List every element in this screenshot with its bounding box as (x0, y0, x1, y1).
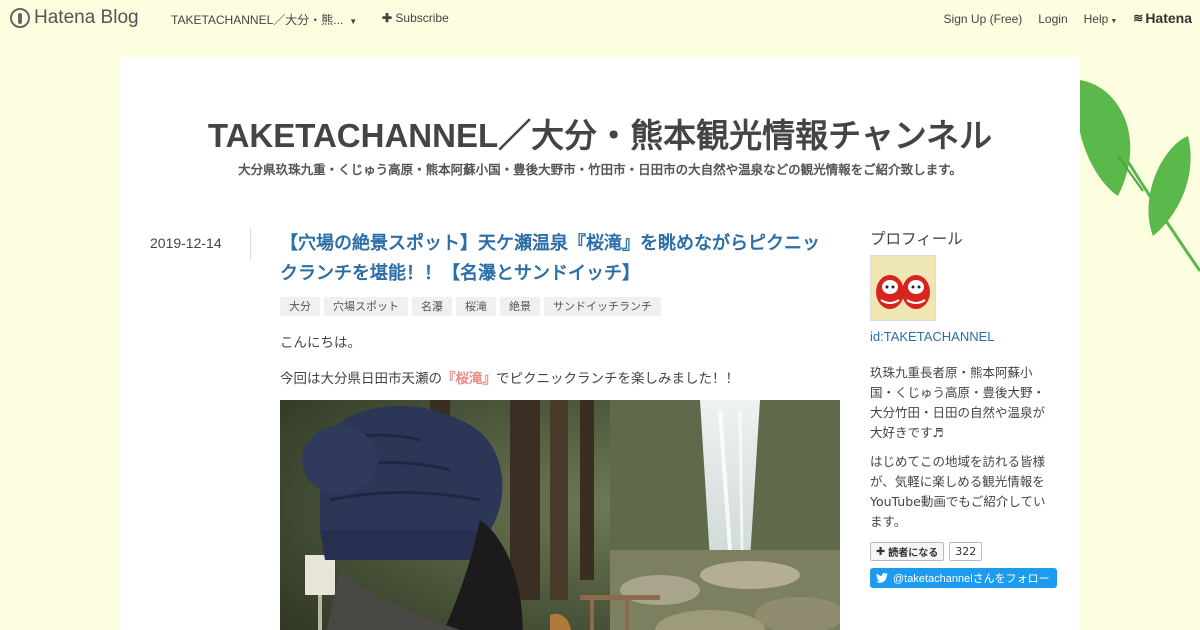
login-link[interactable]: Login (1038, 12, 1067, 26)
profile-heading: プロフィール (870, 230, 963, 248)
profile-id-link[interactable]: id:TAKETACHANNEL (870, 329, 995, 344)
entry-date[interactable]: 2019-12-14 (150, 235, 222, 251)
blog-main-card: TAKETACHANNEL／大分・熊本観光情報チャンネル 大分県玖珠九重・くじゅ… (120, 57, 1080, 630)
reader-button[interactable]: ✚ 読者になる (870, 542, 945, 561)
hatena-blog-logo-icon (10, 8, 30, 28)
highlight-text: 『桜滝』 (442, 371, 496, 387)
plus-icon: ✚ (382, 11, 393, 25)
entry-tags: 大分 穴場スポット 名瀑 桜滝 絶景 サンドイッチランチ (280, 297, 661, 316)
help-menu[interactable]: Help ▼ (1084, 12, 1118, 26)
hatena-brand-link[interactable]: ≋ Hatena (1133, 10, 1192, 26)
paragraph-text: 今回は大分県日田市天瀬の (280, 371, 442, 387)
profile-bio: 玖珠九重長者原・熊本阿蘇小国・くじゅう高原・豊後大野・大分竹田・日田の自然や温泉… (870, 365, 1046, 440)
paragraph-text: でピクニックランチを楽しみました！！ (496, 371, 739, 387)
caret-down-icon: ▼ (1110, 17, 1118, 25)
leaf-decoration-icon (1078, 80, 1200, 272)
entry-paragraph: こんにちは。 (280, 335, 361, 351)
date-divider (250, 228, 251, 260)
signup-link[interactable]: Sign Up (Free) (944, 12, 1023, 26)
subscribe-label: Subscribe (395, 11, 449, 25)
reader-button-label: 読者になる (888, 548, 939, 559)
hatena-wave-icon: ≋ (1133, 11, 1144, 25)
top-right-links: Sign Up (Free) Login Help ▼ ≋ Hatena (944, 10, 1192, 26)
entry-photo-waterfall (280, 400, 840, 630)
subscribe-reader-button[interactable]: ✚ 読者になる 322 (870, 542, 983, 561)
caret-down-icon: ▼ (349, 17, 358, 26)
tag-item[interactable]: 絶景 (500, 297, 540, 316)
help-label: Help (1083, 11, 1109, 26)
plus-icon: ✚ (876, 545, 886, 558)
blog-description: 大分県玖珠九重・くじゅう高原・熊本阿蘇小国・豊後大野市・竹田市・日田市の大自然や… (238, 162, 962, 177)
avatar[interactable] (870, 255, 936, 321)
twitter-bird-icon (876, 573, 888, 583)
subscribe-button[interactable]: ✚ Subscribe (382, 11, 449, 25)
tag-item[interactable]: 大分 (280, 297, 320, 316)
hatena-brand-text: Hatena (1145, 10, 1192, 26)
profile-bio: はじめてこの地域を訪れる皆様が、気軽に楽しめる観光情報をYouTube動画でもご… (870, 454, 1046, 529)
blog-title[interactable]: TAKETACHANNEL／大分・熊本観光情報チャンネル (120, 109, 1080, 157)
blog-switcher-dropdown[interactable]: TAKETACHANNEL／大分・熊... ▼ (171, 11, 357, 28)
blog-switcher-label: TAKETACHANNEL／大分・熊... (171, 13, 344, 27)
entry-paragraph: 今回は大分県日田市天瀬の『桜滝』でピクニックランチを楽しみました！！ (280, 367, 739, 387)
twitter-follow-label: @taketachannelさんをフォロー (893, 573, 1050, 585)
reader-count: 322 (949, 542, 983, 561)
twitter-follow-button[interactable]: @taketachannelさんをフォロー (870, 568, 1057, 588)
tag-item[interactable]: サンドイッチランチ (544, 297, 661, 316)
tag-item[interactable]: 名瀑 (412, 297, 452, 316)
hatena-blog-logo[interactable]: Hatena Blog (10, 7, 139, 29)
tag-item[interactable]: 桜滝 (456, 297, 496, 316)
tag-item[interactable]: 穴場スポット (324, 297, 408, 316)
top-navigation-bar: Hatena Blog TAKETACHANNEL／大分・熊... ▼ ✚ Sub… (0, 0, 1200, 36)
entry-title[interactable]: 【穴場の絶景スポット】天ケ瀬温泉『桜滝』を眺めながらピクニックランチを堪能！！【… (280, 229, 836, 289)
hatena-blog-logo-text: Hatena Blog (34, 7, 139, 28)
daruma-avatar-icon (876, 275, 930, 309)
